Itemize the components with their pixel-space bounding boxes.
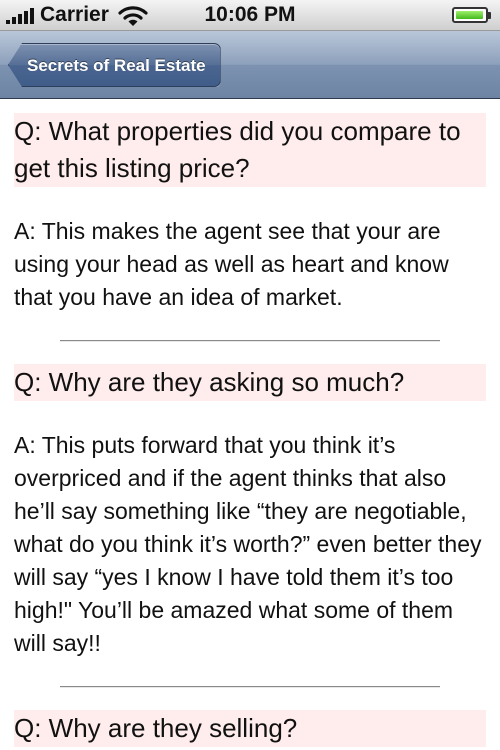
answer-text: A: This makes the agent see that your ar… bbox=[14, 218, 449, 310]
divider bbox=[60, 340, 440, 342]
back-button[interactable]: Secrets of Real Estate bbox=[8, 43, 221, 87]
battery-icon bbox=[452, 7, 488, 23]
qa-scroll-view[interactable]: Q: What properties did you compare to ge… bbox=[0, 99, 500, 750]
question-text: Q: What properties did you compare to ge… bbox=[14, 113, 486, 187]
navigation-bar: Secrets of Real Estate bbox=[0, 31, 500, 99]
question-text: Q: Why are they asking so much? bbox=[14, 364, 486, 401]
clock: 10:06 PM bbox=[204, 3, 296, 26]
battery-tip bbox=[488, 12, 491, 19]
divider bbox=[60, 686, 440, 688]
battery-level bbox=[456, 11, 483, 19]
qa-item: Q: Why are they asking so much? A: This … bbox=[0, 364, 500, 688]
qa-item: Q: Why are they selling? bbox=[0, 710, 500, 747]
status-bar: Carrier 10:06 PM bbox=[0, 0, 500, 31]
answer-text: A: This puts forward that you think it’s… bbox=[14, 432, 482, 656]
qa-item: Q: What properties did you compare to ge… bbox=[0, 113, 500, 342]
question-text: Q: Why are they selling? bbox=[14, 710, 486, 747]
